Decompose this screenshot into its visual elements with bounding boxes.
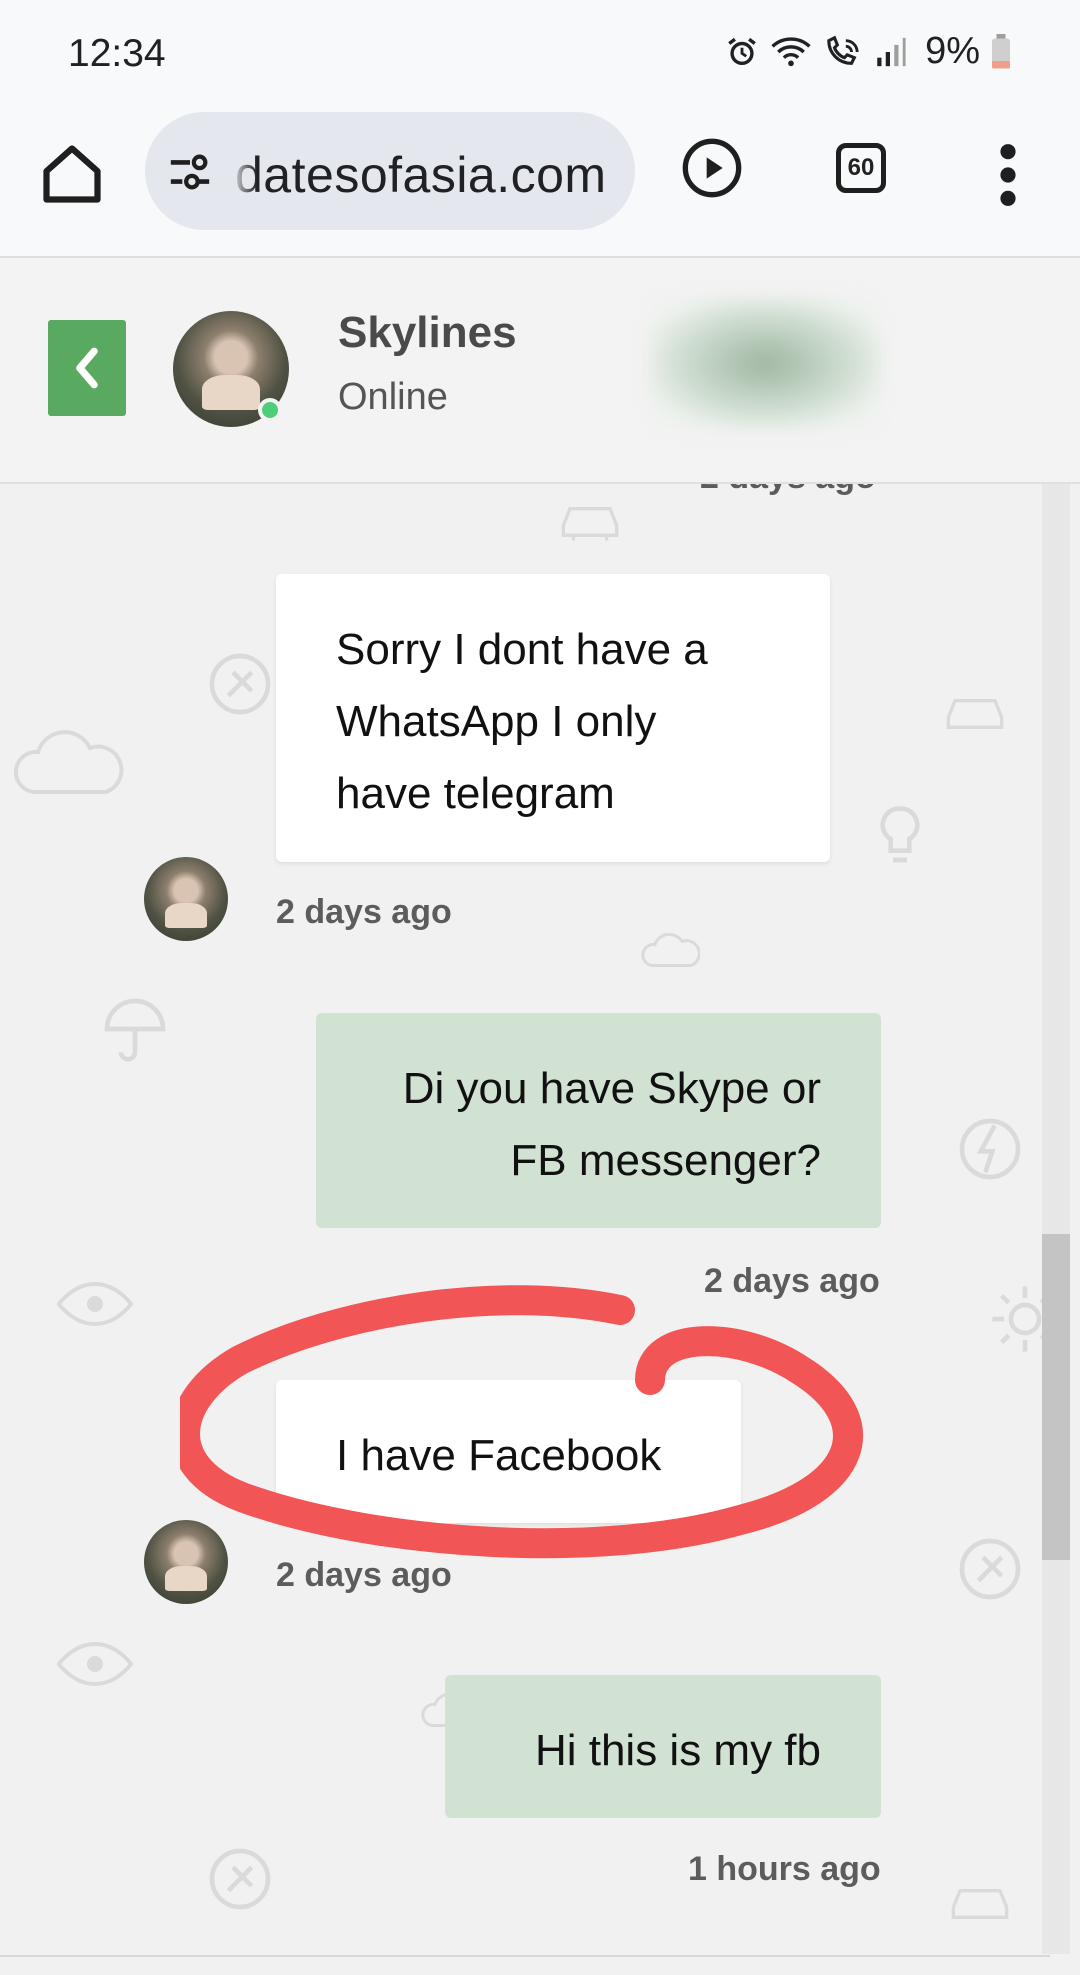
outgoing-message-bubble: Di you have Skype or FB messenger?	[316, 1013, 881, 1228]
contact-avatar[interactable]	[144, 857, 228, 941]
scrollbar-thumb[interactable]	[1042, 1234, 1070, 1560]
tab-count: 60	[847, 154, 875, 181]
plug-doodle-icon	[209, 1848, 271, 1910]
back-button[interactable]	[48, 320, 126, 416]
car-doodle-icon	[561, 507, 619, 541]
scrollbar-track[interactable]	[1042, 484, 1070, 1954]
outgoing-message-bubble: Hi this is my fb	[445, 1675, 881, 1818]
eye-doodle-icon	[56, 1281, 134, 1327]
chevron-left-icon	[76, 347, 98, 389]
chat-header: Skylines Online	[0, 258, 1080, 484]
more-vert-icon[interactable]	[988, 140, 1028, 210]
cloud-doodle-icon	[13, 730, 124, 794]
incoming-message-bubble: I have Facebook	[276, 1380, 741, 1523]
message-time: 2 days ago	[276, 893, 452, 931]
message-text-line: I have Facebook	[336, 1431, 662, 1480]
message-time: 2 days ago	[276, 1556, 452, 1594]
car-doodle-icon	[946, 699, 1004, 729]
eye-doodle-icon	[56, 1641, 134, 1687]
divider	[0, 1955, 1050, 1957]
play-icon[interactable]	[680, 136, 744, 200]
contact-avatar[interactable]	[144, 1520, 228, 1604]
message-text-line: Di you have Skype or	[402, 1064, 821, 1113]
status-icons: 9%	[725, 30, 1012, 73]
site-settings-icon[interactable]	[167, 152, 213, 192]
battery-icon	[992, 33, 1010, 68]
message-text-line: Hi this is my fb	[534, 1726, 821, 1775]
wifi-calling-icon	[827, 35, 859, 65]
contact-name[interactable]: Skylines	[338, 308, 517, 358]
signal-icon	[877, 37, 906, 66]
plug-doodle-icon	[959, 1538, 1021, 1600]
cloud-doodle-icon	[641, 932, 700, 967]
wifi-icon	[771, 36, 811, 66]
message-text-line: WhatsApp I only	[336, 697, 657, 746]
umbrella-doodle-icon	[104, 998, 166, 1062]
tabs-icon[interactable]: 60	[836, 143, 886, 193]
contact-status: Online	[338, 376, 448, 418]
message-time: 2 days ago	[704, 1262, 880, 1300]
message-time: 1 hours ago	[688, 1850, 881, 1888]
bolt-doodle-icon	[959, 1118, 1021, 1180]
status-bar: 12:34 9%	[0, 0, 1080, 110]
battery-percent: 9%	[925, 30, 980, 72]
online-indicator	[258, 398, 282, 422]
car-doodle-icon	[951, 1889, 1009, 1919]
message-text-line: FB messenger?	[510, 1136, 821, 1185]
url-text: datesofasia.com	[235, 147, 607, 203]
plug-doodle-icon	[209, 653, 271, 715]
alarm-icon	[728, 37, 756, 65]
bulb-doodle-icon	[880, 806, 920, 863]
browser-toolbar: datesofasia.com 60	[0, 110, 1080, 258]
message-text-line: have telegram	[336, 769, 615, 818]
message-text-line: Sorry I dont have a	[336, 625, 708, 674]
address-bar[interactable]: datesofasia.com	[145, 112, 635, 230]
blurred-action-button[interactable]	[650, 298, 880, 428]
home-icon[interactable]	[38, 140, 106, 208]
status-time: 12:34	[68, 32, 166, 75]
incoming-message-bubble: Sorry I dont have a WhatsApp I only have…	[276, 574, 830, 862]
